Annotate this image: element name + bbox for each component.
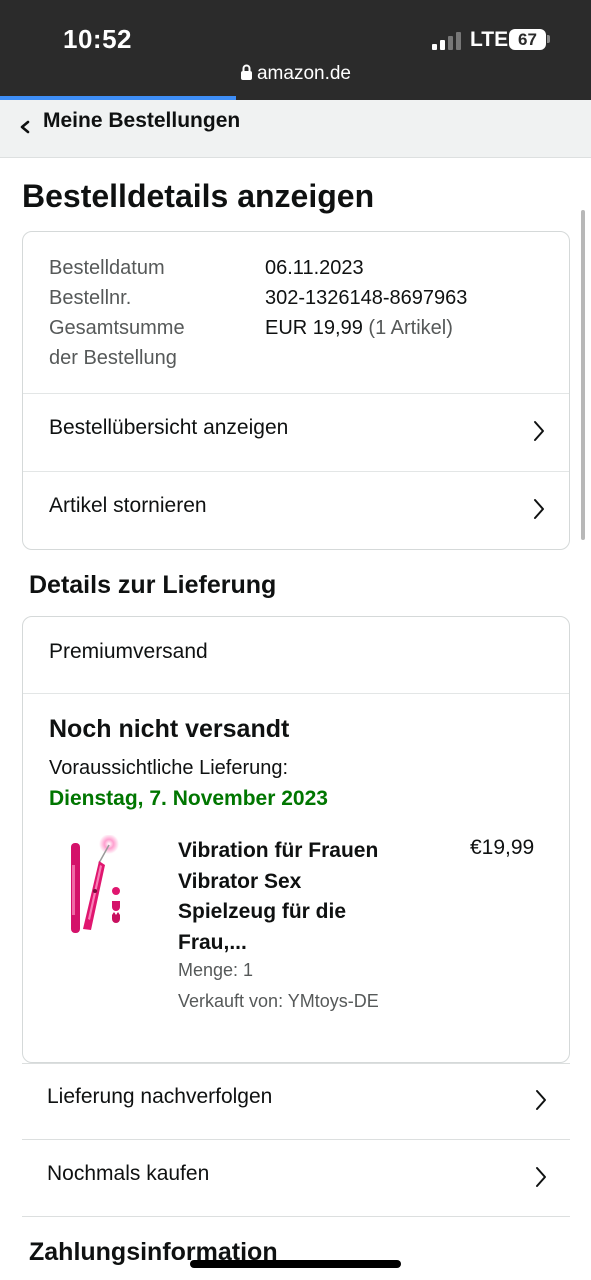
buy-again-row[interactable]: Nochmals kaufen [22, 1140, 570, 1217]
status-bar: 10:52 LTE 67 amazon.de [0, 0, 591, 96]
order-total-label-line2: der Bestellung [49, 347, 177, 369]
delivery-section-title: Details zur Lieferung [29, 571, 277, 599]
divider [22, 1216, 570, 1217]
battery-tip [547, 35, 550, 43]
product-quantity: Menge: 1 [178, 960, 254, 980]
order-summary-card: Bestelldatum 06.11.2023 Bestellnr. 302-1… [22, 231, 570, 550]
url-text: amazon.de [256, 63, 351, 84]
view-order-summary-row[interactable]: Bestellübersicht anzeigen [23, 394, 569, 471]
order-total-amount: EUR 19,99 [265, 317, 363, 339]
chevron-right-icon [534, 421, 544, 441]
cancel-items-label: Artikel stornieren [49, 494, 207, 517]
product-title-line: Vibrator Sex [178, 869, 302, 893]
address-bar[interactable]: amazon.de [0, 63, 591, 85]
product-title-line: Vibration für Frauen [178, 839, 379, 862]
order-number-value: 302-1326148-8697963 [265, 287, 468, 309]
product-image[interactable] [59, 835, 159, 945]
product-seller: Verkauft von: YMtoys-DE [178, 991, 379, 1011]
back-chevron-icon [20, 120, 30, 134]
product-title-line: Frau,... [178, 930, 247, 954]
clock: 10:52 [63, 24, 132, 54]
delivery-estimate-label: Voraussichtliche Lieferung: [49, 757, 289, 779]
scrollbar[interactable] [581, 210, 585, 540]
shipping-type: Premiumversand [49, 640, 208, 663]
delivery-estimate-date: Dienstag, 7. November 2023 [49, 787, 328, 810]
signal-icon [432, 32, 462, 50]
product-price: €19,99 [470, 836, 535, 859]
order-date-label: Bestelldatum [49, 257, 165, 279]
order-total-value: EUR 19,99 (1 Artikel) [265, 313, 453, 343]
order-date-value: 06.11.2023 [265, 257, 364, 279]
order-total-label-line1: Gesamtsumme [49, 317, 185, 339]
network-type: LTE [470, 28, 509, 51]
track-delivery-label: Lieferung nachverfolgen [47, 1085, 273, 1108]
divider [23, 693, 569, 694]
back-navigation[interactable]: Meine Bestellungen [0, 100, 591, 158]
battery-icon: 67 [509, 29, 546, 50]
product-title-link[interactable]: Vibration für Frauen Vibrator Sex Spielz… [178, 836, 418, 958]
track-delivery-row[interactable]: Lieferung nachverfolgen [22, 1063, 570, 1140]
chevron-right-icon [536, 1167, 546, 1187]
order-number-label: Bestellnr. [49, 287, 132, 309]
back-label[interactable]: Meine Bestellungen [43, 109, 240, 133]
buy-again-label: Nochmals kaufen [47, 1162, 210, 1185]
page-title: Bestelldetails anzeigen [22, 178, 375, 214]
divider [22, 1063, 570, 1064]
product-title-line: Spielzeug für die [178, 900, 347, 923]
chevron-right-icon [536, 1090, 546, 1110]
shipment-status: Noch nicht versandt [49, 715, 290, 743]
order-total-items: (1 Artikel) [368, 317, 453, 339]
view-order-summary-label: Bestellübersicht anzeigen [49, 416, 289, 439]
delivery-card: Premiumversand Noch nicht versandt Vorau… [22, 616, 570, 1063]
chevron-right-icon [534, 499, 544, 519]
cancel-items-row[interactable]: Artikel stornieren [23, 472, 569, 548]
lock-icon [240, 64, 252, 80]
home-indicator[interactable] [190, 1260, 401, 1268]
